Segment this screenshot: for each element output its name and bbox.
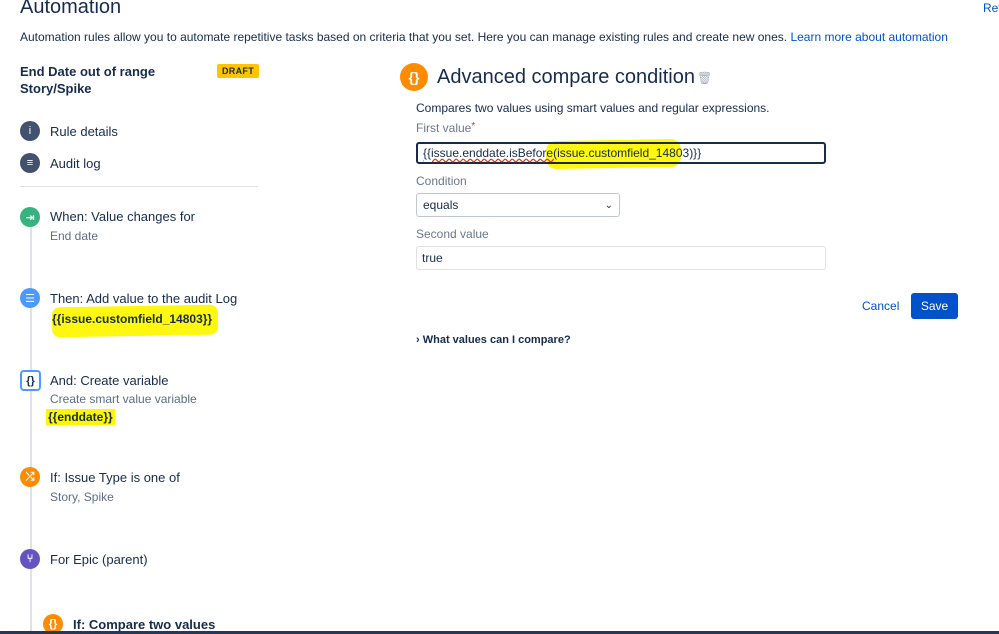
first-value-input[interactable]: {{issue.enddate.isBefore(issue.customfie… xyxy=(416,142,826,164)
trigger-icon: ⇥ xyxy=(20,207,40,227)
nav-audit-log[interactable]: ≡ Audit log xyxy=(20,153,101,173)
what-values-toggle[interactable]: › What values can I compare? xyxy=(416,334,571,346)
rule-name-line2: Story/Spike xyxy=(20,81,92,96)
what-values-label: What values can I compare? xyxy=(422,334,571,346)
second-value-text: true xyxy=(422,251,443,265)
step-title: And: Create variable xyxy=(50,373,169,388)
chevron-down-icon: ⌄ xyxy=(604,199,613,211)
trash-icon[interactable]: 🗑 xyxy=(697,71,712,85)
required-mark: * xyxy=(471,121,476,132)
second-value-label: Second value xyxy=(416,227,489,241)
second-value-input[interactable]: true xyxy=(416,246,826,270)
first-value-text-part3: )}} xyxy=(689,146,702,160)
first-value-text-part2: issue.customfield_14803 xyxy=(557,146,690,160)
cancel-button[interactable]: Cancel xyxy=(862,299,899,313)
condition-title: Advanced compare condition xyxy=(437,66,695,88)
condition-braces-icon: {} xyxy=(400,63,428,91)
nav-rule-details-label: Rule details xyxy=(50,123,118,139)
first-value-label-text: First value xyxy=(416,121,472,135)
step-subtitle: End date xyxy=(50,229,99,243)
step-subtitle: Create smart value variable xyxy=(50,392,197,406)
rule-name: End Date out of range Story/Spike xyxy=(20,63,155,97)
shuffle-icon: ⤮ xyxy=(20,467,40,487)
condition-label: Condition xyxy=(416,174,467,188)
timeline-line xyxy=(30,220,32,634)
first-value-label: First value* xyxy=(416,121,475,135)
top-right-link[interactable]: Ref xyxy=(983,1,999,15)
variable-icon: {} xyxy=(20,370,41,391)
nav-rule-details[interactable]: i Rule details xyxy=(20,121,118,141)
step-title: When: Value changes for xyxy=(50,209,196,224)
info-icon: i xyxy=(20,121,40,141)
rule-name-line1: End Date out of range xyxy=(20,64,156,79)
step-value: {{enddate}} xyxy=(46,409,115,425)
intro-text: Automation rules allow you to automate r… xyxy=(20,30,948,44)
nav-audit-log-label: Audit log xyxy=(50,155,101,171)
save-button[interactable]: Save xyxy=(911,293,958,319)
step-title: Then: Add value to the audit Log xyxy=(50,291,238,306)
page-title: Automation xyxy=(20,0,122,18)
draft-badge: DRAFT xyxy=(217,64,259,78)
condition-select[interactable]: equals ⌄ xyxy=(416,193,620,217)
step-title: For Epic (parent) xyxy=(50,552,148,567)
step-title: If: Issue Type is one of xyxy=(50,470,180,485)
chevron-right-icon: › xyxy=(416,334,420,346)
learn-more-link[interactable]: Learn more about automation xyxy=(790,30,947,44)
step-value: {{issue.customfield_14803}} xyxy=(52,312,213,326)
condition-description: Compares two values using smart values a… xyxy=(416,101,770,115)
condition-selected-value: equals xyxy=(423,198,459,212)
first-value-text-part1: {{issue.enddate.isBefore( xyxy=(423,146,558,160)
intro-description: Automation rules allow you to automate r… xyxy=(20,30,788,44)
step-subtitle: Story, Spike xyxy=(50,490,114,504)
nav-divider xyxy=(20,186,258,187)
branch-icon: ⑂ xyxy=(20,549,40,569)
log-icon: ☰ xyxy=(20,288,40,308)
step-title: If: Compare two values xyxy=(73,617,216,632)
list-icon: ≡ xyxy=(20,153,40,173)
